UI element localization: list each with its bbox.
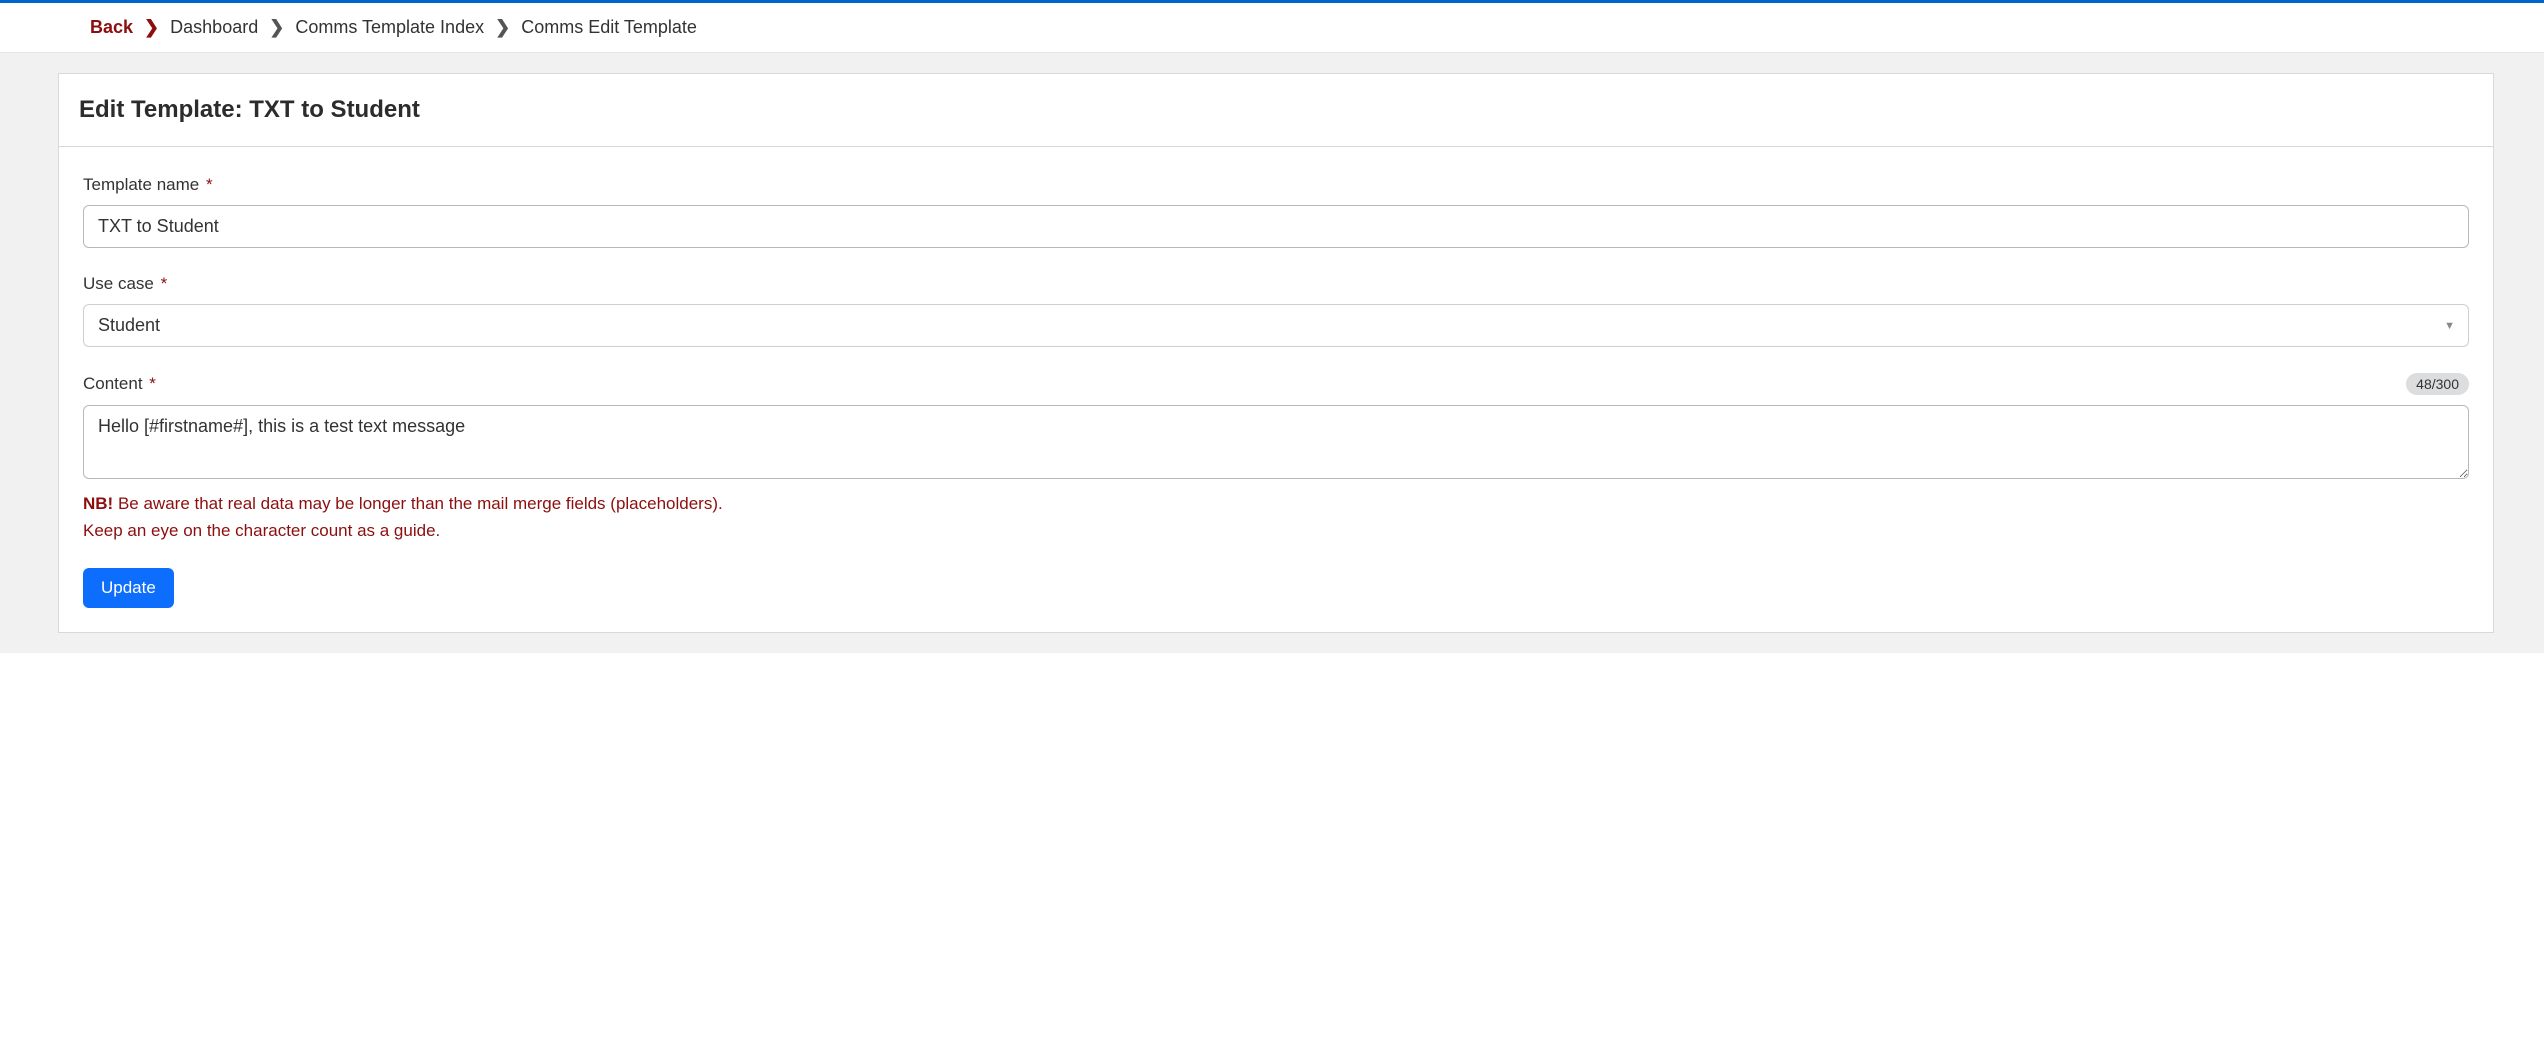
chevron-right-icon: ❯ bbox=[495, 17, 510, 37]
chevron-right-icon: ❯ bbox=[144, 17, 159, 37]
warning-line1: Be aware that real data may be longer th… bbox=[118, 494, 723, 513]
content-group: Content * 48/300 NB! Be aware that real … bbox=[83, 373, 2469, 544]
content-warning: NB! Be aware that real data may be longe… bbox=[83, 490, 2469, 544]
card-header: Edit Template: TXT to Student bbox=[59, 74, 2493, 147]
breadcrumb-back-link[interactable]: Back bbox=[90, 17, 133, 37]
use-case-select[interactable]: Student bbox=[83, 304, 2469, 347]
template-name-label: Template name * bbox=[83, 175, 2469, 195]
label-text: Template name bbox=[83, 175, 199, 194]
required-asterisk: * bbox=[161, 274, 168, 293]
breadcrumb: Back ❯ Dashboard ❯ Comms Template Index … bbox=[0, 3, 2544, 53]
required-asterisk: * bbox=[206, 175, 213, 194]
label-text: Use case bbox=[83, 274, 154, 293]
content-textarea[interactable] bbox=[83, 405, 2469, 479]
template-name-input[interactable] bbox=[83, 205, 2469, 248]
page-background: Edit Template: TXT to Student Template n… bbox=[0, 53, 2544, 653]
update-button[interactable]: Update bbox=[83, 568, 174, 608]
warning-line2: Keep an eye on the character count as a … bbox=[83, 521, 440, 540]
use-case-select-wrapper: Student ▼ bbox=[83, 304, 2469, 347]
template-name-group: Template name * bbox=[83, 175, 2469, 248]
edit-template-card: Edit Template: TXT to Student Template n… bbox=[58, 73, 2494, 633]
label-text: Content bbox=[83, 374, 143, 393]
warning-nb: NB! bbox=[83, 494, 113, 513]
card-body: Template name * Use case * Student ▼ bbox=[59, 147, 2493, 632]
chevron-right-icon: ❯ bbox=[269, 17, 284, 37]
required-asterisk: * bbox=[149, 374, 156, 393]
content-label-row: Content * 48/300 bbox=[83, 373, 2469, 395]
page-title: Edit Template: TXT to Student bbox=[79, 96, 2473, 124]
breadcrumb-current: Comms Edit Template bbox=[521, 17, 697, 37]
use-case-group: Use case * Student ▼ bbox=[83, 274, 2469, 347]
breadcrumb-template-index-link[interactable]: Comms Template Index bbox=[295, 17, 484, 37]
content-label: Content * bbox=[83, 374, 156, 394]
use-case-label: Use case * bbox=[83, 274, 2469, 294]
character-counter: 48/300 bbox=[2406, 373, 2469, 395]
breadcrumb-dashboard-link[interactable]: Dashboard bbox=[170, 17, 258, 37]
